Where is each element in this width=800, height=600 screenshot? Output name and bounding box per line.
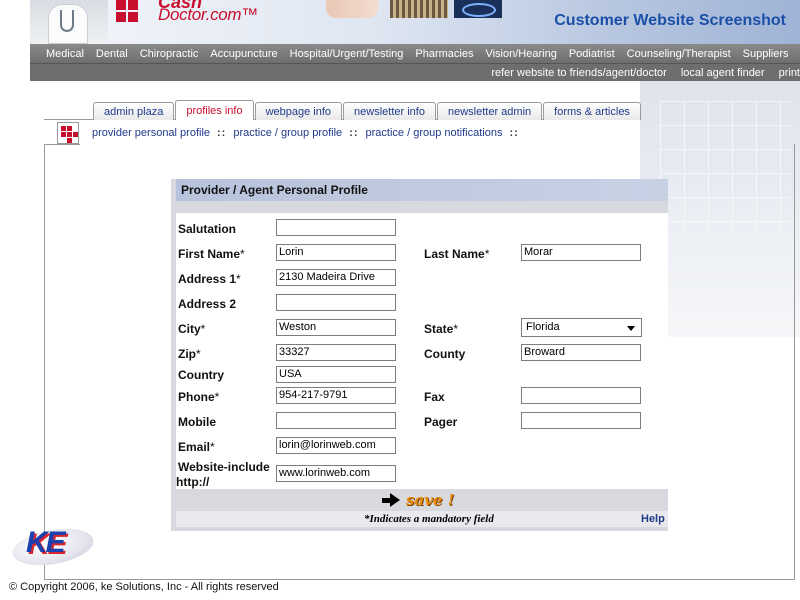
last-name-label: Last Name* xyxy=(424,247,490,261)
main-nav: Medical Dental Chiropractic Accupuncture Hos… xyxy=(30,44,800,64)
salutation-label: Salutation xyxy=(178,222,237,236)
stethoscope-icon xyxy=(60,10,74,32)
mandatory-note: *Indicates a mandatory field xyxy=(364,513,494,525)
ke-logo-text: KE xyxy=(26,526,66,559)
city-input[interactable]: Weston xyxy=(276,319,396,336)
pager-label: Pager xyxy=(424,415,458,429)
website-label: Website-include xyxy=(178,460,270,474)
zip-label: Zip* xyxy=(178,347,201,361)
grid-squares-icon xyxy=(57,122,79,144)
website-label-http: http:// xyxy=(176,475,210,489)
nav-item-vision-hearing[interactable]: Vision/Hearing xyxy=(485,48,556,60)
subtab-practice-group-profile[interactable]: practice / group profile xyxy=(233,127,342,139)
city-label: City* xyxy=(178,322,206,336)
nav-item-podiatrist[interactable]: Podiatrist xyxy=(569,48,615,60)
subtab-separator: :: xyxy=(217,127,227,139)
state-label: State* xyxy=(424,322,459,336)
brand-logo: Doctor.com™ xyxy=(158,5,258,24)
save-button-label: save ! xyxy=(406,491,455,509)
phone-label: Phone* xyxy=(178,390,220,404)
country-input[interactable]: USA xyxy=(276,366,396,383)
subtab-separator: :: xyxy=(509,127,519,139)
sub-nav: refer website to friends/agent/doctor loc… xyxy=(30,64,800,81)
logo-squares-icon xyxy=(116,0,148,22)
address1-label: Address 1* xyxy=(178,272,241,286)
address1-input[interactable]: 2130 Madeira Drive xyxy=(276,269,396,286)
first-name-label: First Name* xyxy=(178,247,245,261)
copyright: © Copyright 2006, ke Solutions, Inc - Al… xyxy=(9,581,279,593)
sub-nav-link-print[interactable]: print xyxy=(779,67,800,79)
fax-label: Fax xyxy=(424,390,445,404)
nav-item-dental[interactable]: Dental xyxy=(96,48,128,60)
arrow-right-icon xyxy=(382,497,390,503)
banner-photo-money xyxy=(390,0,448,18)
zip-input[interactable]: 33327 xyxy=(276,344,396,361)
country-label: Country xyxy=(178,368,224,382)
tab-newsletter-admin[interactable]: newsletter admin xyxy=(436,102,543,120)
subtab-practice-group-notifications[interactable]: practice / group notifications xyxy=(366,127,503,139)
nav-item-accupuncture[interactable]: Accupuncture xyxy=(210,48,277,60)
county-input[interactable]: Broward xyxy=(521,344,641,361)
nav-item-medical[interactable]: Medical xyxy=(46,48,84,60)
state-select[interactable]: Florida xyxy=(521,318,642,337)
state-select-value: Florida xyxy=(526,321,560,333)
mobile-label: Mobile xyxy=(178,415,216,429)
nav-item-hospital-urgent-testing[interactable]: Hospital/Urgent/Testing xyxy=(290,48,404,60)
nav-item-suppliers[interactable]: Suppliers xyxy=(743,48,789,60)
banner-photo-face xyxy=(326,0,378,18)
doctor-photo xyxy=(30,0,108,44)
subtab-separator: :: xyxy=(349,127,359,139)
pager-input[interactable] xyxy=(521,412,641,429)
tab-admin-plaza[interactable]: admin plaza xyxy=(93,102,175,120)
salutation-input[interactable] xyxy=(276,219,396,236)
sub-nav-link-refer-website-to-friends-agent-doctor[interactable]: refer website to friends/agent/doctor xyxy=(491,67,666,79)
form-title: Provider / Agent Personal Profile xyxy=(176,179,668,201)
nav-item-chiropractic[interactable]: Chiropractic xyxy=(140,48,199,60)
nav-item-counseling-therapist[interactable]: Counseling/Therapist xyxy=(627,48,731,60)
website-input[interactable]: www.lorinweb.com xyxy=(276,465,396,482)
ke-logo: KE xyxy=(9,522,97,572)
tab-profiles-info[interactable]: profiles info xyxy=(175,100,254,120)
tab-forms-articles[interactable]: forms & articles xyxy=(543,102,641,120)
email-input[interactable]: lorin@lorinweb.com xyxy=(276,437,396,454)
fax-input[interactable] xyxy=(521,387,641,404)
sub-nav-link-local-agent-finder[interactable]: local agent finder xyxy=(681,67,765,79)
profile-subtabs: provider personal profile:: practice / gr… xyxy=(92,127,526,139)
nav-item-pharmacies[interactable]: Pharmacies xyxy=(415,48,473,60)
subtab-provider-personal-profile[interactable]: provider personal profile xyxy=(92,127,210,139)
address2-label: Address 2 xyxy=(178,297,237,311)
last-name-input[interactable]: Morar xyxy=(521,244,641,261)
header-banner: Cash Doctor.com™ Customer Website Screen… xyxy=(30,0,800,44)
email-label: Email* xyxy=(178,440,215,454)
page: Cash Doctor.com™ Customer Website Screen… xyxy=(0,0,800,600)
mobile-input[interactable] xyxy=(276,412,396,429)
save-button[interactable]: save ! xyxy=(382,491,454,509)
chevron-down-icon xyxy=(627,326,635,331)
page-title: Customer Website Screenshot xyxy=(554,12,786,29)
tab-bar: admin plaza profiles info webpage info news… xyxy=(93,100,642,120)
tab-newsletter-info[interactable]: newsletter info xyxy=(343,102,436,120)
help-link[interactable]: Help xyxy=(641,513,665,525)
first-name-input[interactable]: Lorin xyxy=(276,244,396,261)
address2-input[interactable] xyxy=(276,294,396,311)
county-label: County xyxy=(424,347,466,361)
tab-webpage-info[interactable]: webpage info xyxy=(254,102,343,120)
banner-photo-globe xyxy=(454,0,502,18)
phone-input[interactable]: 954-217-9791 xyxy=(276,387,396,404)
